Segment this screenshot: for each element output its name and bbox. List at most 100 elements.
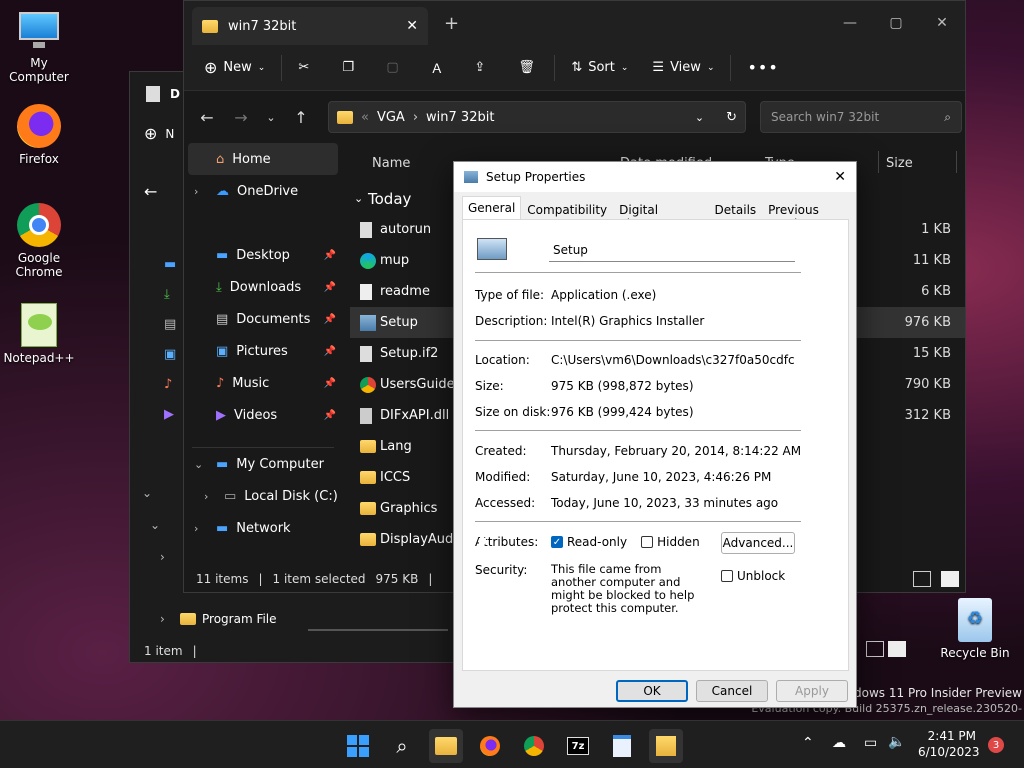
sidebar-item-local-disk[interactable]: › ▭ Local Disk (C:) — [184, 480, 342, 512]
desktop-icon-firefox[interactable]: Firefox — [0, 104, 78, 166]
rename-icon[interactable]: Ａ — [422, 52, 454, 84]
clock[interactable]: 2:41 PM 6/10/2023 — [918, 728, 980, 760]
pin-icon[interactable]: 📌 — [324, 410, 336, 421]
sidebar-item-videos[interactable]: ▶ Videos 📌 — [184, 399, 342, 431]
chevron-down-icon[interactable]: ⌄ — [150, 518, 160, 532]
sidebar-item-my-computer[interactable]: ⌄ ▬ My Computer — [184, 448, 342, 480]
tab-win7-32bit[interactable]: win7 32bit ✕ — [192, 7, 428, 45]
close-icon[interactable]: ✕ — [834, 169, 846, 185]
tiles-view-icon[interactable] — [941, 571, 959, 587]
new-label: New — [223, 60, 252, 75]
type-value: Application (.exe) — [551, 288, 657, 302]
sidebar-item-music[interactable]: ♪ Music 📌 — [184, 367, 342, 399]
advanced-button[interactable]: Advanced... — [721, 532, 795, 554]
more-options-icon[interactable]: ••• — [739, 52, 786, 84]
taskbar-notepad[interactable] — [605, 729, 639, 763]
details-view-icon[interactable] — [913, 571, 931, 587]
chevron-right-icon[interactable]: › — [160, 550, 165, 564]
recent-chevron-icon[interactable]: ⌄ — [256, 102, 286, 132]
notification-badge[interactable]: 3 — [988, 737, 1004, 753]
taskbar-firefox[interactable] — [473, 729, 507, 763]
pin-icon[interactable]: 📌 — [324, 346, 336, 357]
minimize-icon[interactable]: — — [827, 7, 873, 39]
pin-icon[interactable]: 📌 — [324, 378, 336, 389]
document-icon — [146, 86, 160, 102]
hidden-label: Hidden — [657, 535, 700, 549]
apply-button[interactable]: Apply — [776, 680, 848, 702]
windows-logo-icon — [347, 735, 369, 757]
new-button[interactable]: ⊕ New ⌄ — [196, 52, 273, 84]
file-size: 6 KB — [921, 284, 951, 299]
forward-arrow-icon[interactable]: → — [226, 102, 256, 132]
cloud-off-icon[interactable]: ☁ — [832, 735, 846, 751]
sidebar-item-desktop[interactable]: ▬ Desktop 📌 — [184, 239, 342, 271]
sort-button[interactable]: ⇅ Sort ⌄ — [563, 52, 636, 84]
chevron-right-icon[interactable]: › — [194, 185, 198, 198]
pin-icon[interactable]: 📌 — [324, 250, 336, 261]
readonly-checkbox[interactable]: ✓ Read-only — [551, 535, 627, 549]
maximize-icon[interactable]: ▢ — [873, 7, 919, 39]
pin-icon[interactable]: 📌 — [324, 314, 336, 325]
address-dropdown-icon[interactable]: ⌄ — [695, 111, 704, 124]
taskbar-file-explorer[interactable] — [429, 729, 463, 763]
desktop-icon-chrome[interactable]: Google Chrome — [0, 203, 78, 279]
back-arrow-icon[interactable]: ← — [144, 182, 157, 201]
bg-window-title: D — [170, 87, 180, 101]
taskbar-7zip[interactable]: 7z — [561, 729, 595, 763]
close-window-icon[interactable]: ✕ — [919, 7, 965, 39]
sidebar-item-label: Documents — [236, 311, 311, 327]
copy-icon[interactable]: ❐ — [334, 52, 366, 84]
new-tab-icon[interactable]: + — [444, 13, 459, 34]
plus-icon[interactable]: ⊕ — [144, 124, 157, 143]
close-tab-icon[interactable]: ✕ — [406, 18, 418, 34]
file-name-input[interactable]: Setup — [549, 240, 795, 262]
start-button[interactable] — [341, 729, 375, 763]
layout-toggle-icons[interactable] — [866, 641, 906, 657]
network-status-icon[interactable]: ▭ — [864, 735, 877, 751]
paste-icon[interactable]: ▢ — [378, 52, 410, 84]
sidebar-item-home[interactable]: ⌂ Home — [188, 143, 338, 175]
desktop-icon-my-computer[interactable]: My Computer — [0, 8, 78, 84]
address-bar[interactable]: « VGA › win7 32bit ⌄ ↻ — [328, 101, 746, 133]
folder-icon — [202, 19, 218, 33]
taskbar-chrome[interactable] — [517, 729, 551, 763]
breadcrumb-vga[interactable]: VGA — [377, 110, 405, 125]
chevron-right-icon[interactable]: › — [160, 612, 165, 626]
search-button[interactable]: ⌕ — [385, 729, 419, 763]
file-name: mup — [380, 253, 410, 268]
sidebar-item-program-files[interactable]: Program File — [180, 612, 277, 626]
volume-icon[interactable]: 🔈 — [888, 734, 905, 750]
share-icon[interactable]: ⇪ — [466, 52, 498, 84]
delete-icon[interactable]: 🗑 — [510, 52, 542, 84]
tray-chevron-icon[interactable]: ⌃ — [802, 735, 814, 751]
search-input[interactable]: Search win7 32bit ⌕ — [760, 101, 962, 133]
sidebar-item-downloads[interactable]: ⤓ Downloads 📌 — [184, 271, 342, 303]
refresh-icon[interactable]: ↻ — [726, 110, 737, 125]
view-button[interactable]: ☰ View ⌄ — [644, 52, 722, 84]
sidebar-item-documents[interactable]: ▤ Documents 📌 — [184, 303, 342, 335]
bg-new-label: N — [165, 126, 175, 141]
file-name: DIFxAPI.dll — [380, 408, 450, 423]
sidebar-item-onedrive[interactable]: › ☁ OneDrive — [184, 175, 342, 207]
desktop-icon-recycle-bin[interactable]: ♻ Recycle Bin — [936, 598, 1014, 660]
desktop-icon-notepadpp[interactable]: Notepad++ — [0, 303, 78, 365]
cut-icon[interactable]: ✂ — [290, 52, 322, 84]
pin-icon[interactable]: 📌 — [324, 282, 336, 293]
back-arrow-icon[interactable]: ← — [192, 102, 222, 132]
taskbar-file-explorer-2[interactable] — [649, 729, 683, 763]
unblock-checkbox[interactable]: Unblock — [721, 569, 785, 583]
column-name[interactable]: Name — [372, 156, 410, 171]
chevron-down-icon[interactable]: ⌄ — [194, 458, 203, 471]
up-arrow-icon[interactable]: ↑ — [286, 102, 316, 132]
properties-dialog[interactable]: Setup Properties ✕ General Compatibility… — [453, 161, 857, 708]
sidebar-item-pictures[interactable]: ▣ Pictures 📌 — [184, 335, 342, 367]
chevron-right-icon[interactable]: › — [194, 522, 198, 535]
chevron-right-icon[interactable]: › — [204, 490, 208, 503]
sidebar-item-network[interactable]: › ▬ Network — [184, 512, 342, 544]
column-size[interactable]: Size — [886, 156, 913, 171]
chevron-down-icon[interactable]: ⌄ — [142, 486, 152, 500]
ok-button[interactable]: OK — [616, 680, 688, 702]
cancel-button[interactable]: Cancel — [696, 680, 768, 702]
hidden-checkbox[interactable]: Hidden — [641, 535, 700, 549]
breadcrumb-win7[interactable]: win7 32bit — [426, 110, 494, 125]
